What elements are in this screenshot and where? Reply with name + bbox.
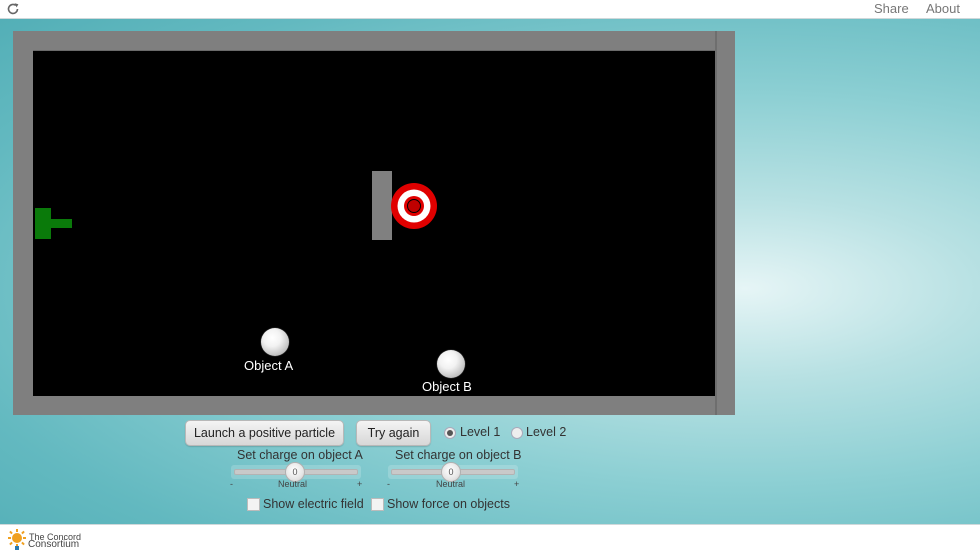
- try-again-button[interactable]: Try again: [356, 420, 431, 446]
- particle-launcher-barrel: [51, 219, 72, 228]
- level-2-radio[interactable]: [511, 427, 523, 439]
- show-force-checkbox[interactable]: [371, 498, 384, 511]
- level-2-label: Level 2: [526, 425, 567, 439]
- launch-particle-button[interactable]: Launch a positive particle: [185, 420, 344, 446]
- share-link[interactable]: Share: [874, 1, 909, 16]
- object-a-label: Object A: [244, 358, 294, 373]
- about-link[interactable]: About: [926, 1, 960, 16]
- slider-b-min-label: -: [387, 479, 390, 489]
- top-bar: Share About: [0, 0, 980, 19]
- target-icon: [391, 183, 437, 229]
- level-1-label: Level 1: [460, 425, 501, 439]
- show-electric-field-checkbox[interactable]: [247, 498, 260, 511]
- reload-icon[interactable]: [6, 2, 20, 16]
- slider-a-mid-label: Neutral: [278, 479, 308, 489]
- concord-logo-icon[interactable]: [7, 529, 27, 551]
- level-1-radio[interactable]: [444, 427, 456, 439]
- frame-right-edge: [715, 31, 717, 415]
- footer: The Concord Consortium: [0, 524, 980, 556]
- barrier-wall: [372, 171, 392, 240]
- logo-text-line2: Consortium: [28, 539, 80, 550]
- slider-b-mid-label: Neutral: [436, 479, 466, 489]
- slider-b-title: Set charge on object B: [395, 448, 522, 462]
- slider-a-max-label: +: [357, 479, 363, 489]
- slider-a-min-label: -: [230, 479, 233, 489]
- particle-launcher: [35, 208, 51, 239]
- object-a[interactable]: [261, 328, 289, 356]
- slider-a-title: Set charge on object A: [237, 448, 363, 462]
- object-b-label: Object B: [422, 379, 472, 394]
- object-b[interactable]: [437, 350, 465, 378]
- show-force-label: Show force on objects: [387, 497, 510, 511]
- show-electric-field-label: Show electric field: [263, 497, 364, 511]
- slider-b-max-label: +: [514, 479, 520, 489]
- frame-divider: [33, 50, 715, 51]
